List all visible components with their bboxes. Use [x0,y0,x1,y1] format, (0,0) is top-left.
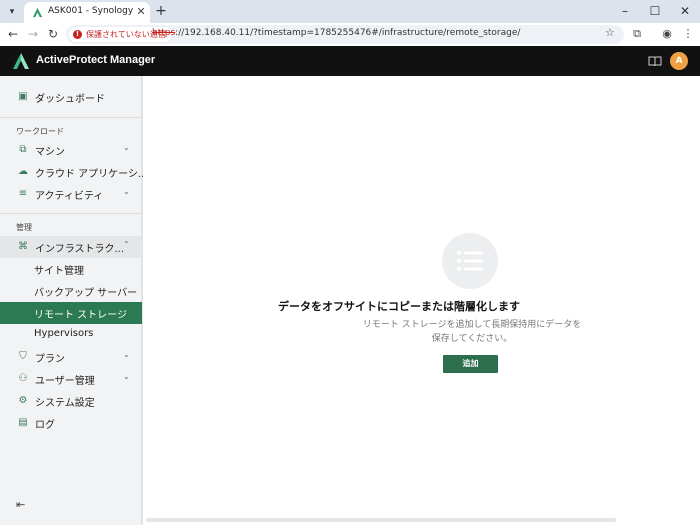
new-tab-button[interactable]: + [154,3,168,19]
reload-icon[interactable]: ↻ [45,26,61,42]
sidebar-item-label: ログ [35,420,55,431]
address-bar[interactable]: ! 保護されていない通信 https://192.168.40.11/?time… [66,25,624,44]
sidebar-item-label: ユーザー管理 [35,376,95,387]
sidebar-item-user-management[interactable]: ⚇ ユーザー管理 ⌄ [0,368,142,390]
section-label-workload: ワークロード [16,127,64,136]
sidebar-divider [0,117,142,118]
app-title: ActiveProtect Manager [36,54,156,66]
back-arrow-icon[interactable]: ← [5,26,21,42]
log-document-icon: ▤ [18,417,28,428]
window-close-icon[interactable]: ✕ [670,0,700,23]
activeprotect-logo-icon [13,53,29,69]
sidebar-item-site-management[interactable]: サイト管理 [0,258,142,280]
list-icon [457,251,483,271]
browser-tabstrip: ▾ ASK001 - Synology ActiveProtect ✕ + – … [0,0,700,23]
sidebar-divider [0,213,142,214]
chevron-down-icon: ⌄ [123,350,130,359]
sidebar-item-cloud-apps[interactable]: ☁ クラウド アプリケーシ... [0,161,148,183]
maximize-icon[interactable]: ☐ [640,0,670,23]
warning-icon: ! [73,30,82,39]
sidebar-item-label: インフラストラク... [35,244,125,255]
sidebar-item-activity[interactable]: ≡ アクティビティ ⌄ [0,183,142,205]
sidebar-item-infrastructure[interactable]: ⌘ インフラストラク... ⌃ [0,236,142,258]
sidebar-item-label: Hypervisors [34,328,94,339]
sidebar-item-system-settings[interactable]: ⚙ システム設定 [0,390,142,412]
collapse-sidebar-icon[interactable]: ⇤ [16,498,25,511]
chevron-down-icon: ⌄ [123,187,130,196]
sidebar-item-label: プラン [35,354,65,365]
empty-state-description: リモート ストレージを追加して長期保持用にデータを保存してください。 [362,320,582,344]
browser-toolbar: ← → ↻ ! 保護されていない通信 https://192.168.40.11… [0,23,700,46]
tab-search-chevron-icon[interactable]: ▾ [4,4,20,20]
users-icon: ⚇ [18,373,28,384]
url-text[interactable]: https://192.168.40.11/?timestamp=1785255… [152,28,520,38]
sidebar-item-plans[interactable]: ⛉ プラン ⌄ [0,346,142,368]
add-remote-storage-button[interactable]: 追加 [443,355,498,373]
section-label-admin: 管理 [16,223,32,232]
browser-tab-active[interactable]: ASK001 - Synology ActiveProtect ✕ [24,2,150,23]
url-scheme: https [152,28,176,38]
activity-icon: ≡ [18,188,28,199]
activeprotect-favicon-icon [32,7,43,18]
sidebar-item-label: クラウド アプリケーシ... [35,169,148,180]
forward-arrow-icon[interactable]: → [25,26,41,42]
sidebar-item-remote-storage[interactable]: リモート ストレージ [0,302,142,324]
sidebar-item-dashboard[interactable]: ▣ ダッシュボード [0,86,142,108]
chevron-down-icon: ⌄ [123,372,130,381]
tab-close-icon[interactable]: ✕ [135,5,147,19]
user-avatar[interactable]: A [670,52,688,70]
tab-title: ASK001 - Synology ActiveProtect [48,6,134,16]
sidebar-item-label: システム設定 [35,398,95,409]
url-path: ://192.168.40.11/?timestamp=1785255476#/… [175,28,521,38]
sidebar-item-label: アクティビティ [35,191,104,202]
extensions-icon[interactable]: ⧉ [629,26,645,42]
sidebar-item-machines[interactable]: ⧉ マシン ⌄ [0,139,142,161]
dashboard-icon: ▣ [18,91,28,102]
browser-menu-icon[interactable]: ⋮ [680,26,696,42]
sidebar-item-backup-server[interactable]: バックアップ サーバー [0,280,142,302]
gear-icon: ⚙ [18,395,28,406]
empty-state-title: データをオフサイトにコピーまたは階層化します [278,300,520,313]
horizontal-scrollbar[interactable] [146,518,616,522]
profile-icon[interactable]: ◉ [659,26,675,42]
sidebar-item-logs[interactable]: ▤ ログ [0,412,142,434]
sidebar-item-hypervisors[interactable]: Hypervisors [0,324,142,346]
sidebar-item-label: リモート ストレージ [34,310,127,321]
sidebar-item-label: サイト管理 [34,266,84,277]
sidebar: ▣ ダッシュボード ワークロード ⧉ マシン ⌄ ☁ クラウド アプリケーシ..… [0,76,148,525]
window-controls: – ☐ ✕ [610,0,700,23]
help-book-icon[interactable] [648,55,662,67]
shield-icon: ⛉ [19,351,27,362]
app-header: ActiveProtect Manager A [0,46,700,76]
bookmark-star-icon[interactable]: ☆ [605,26,615,39]
sidebar-item-label: マシン [35,147,65,158]
machine-icon: ⧉ [19,144,27,155]
sidebar-item-label: バックアップ サーバー [34,288,138,299]
chevron-up-icon: ⌃ [123,240,130,249]
cloud-icon: ☁ [18,166,28,177]
sidebar-item-label: ダッシュボード [35,94,105,105]
minimize-icon[interactable]: – [610,0,640,23]
network-tree-icon: ⌘ [18,241,28,252]
empty-state-list-icon [442,233,498,289]
chevron-down-icon: ⌄ [123,143,130,152]
